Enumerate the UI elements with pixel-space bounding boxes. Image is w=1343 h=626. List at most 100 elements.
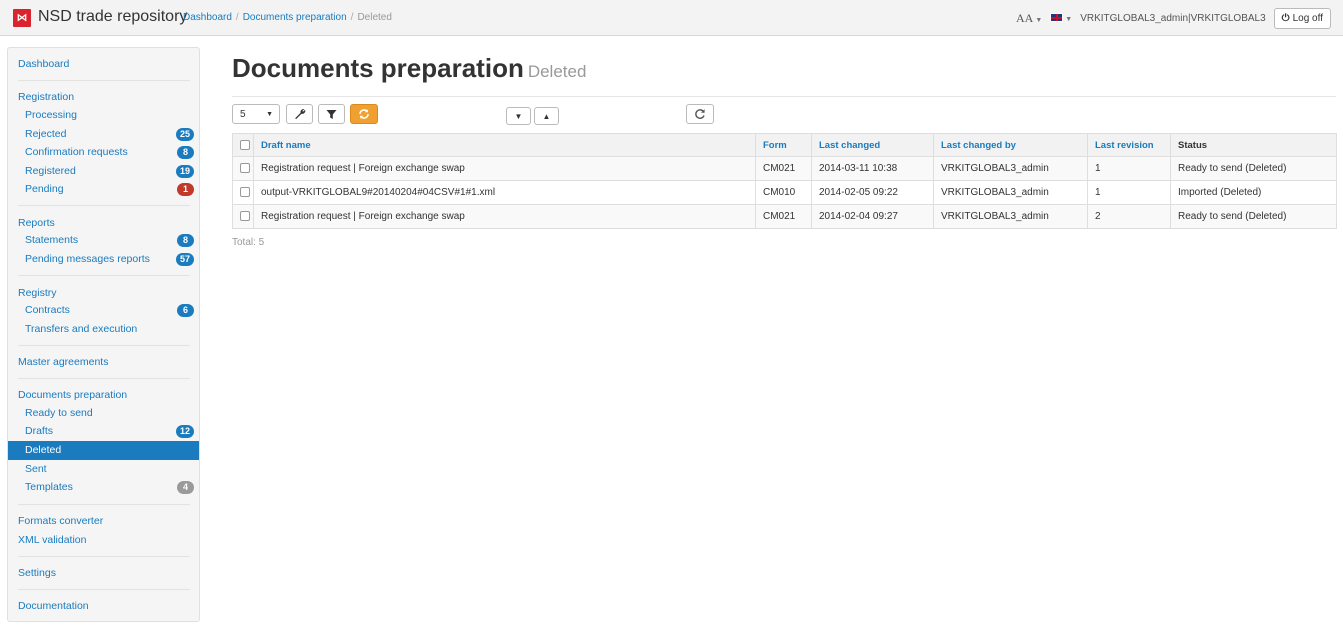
- column-header-form[interactable]: Form: [755, 133, 812, 157]
- sidebar-item-label: Rejected: [25, 128, 67, 140]
- column-header-status: Status: [1170, 133, 1337, 157]
- row-checkbox[interactable]: [240, 211, 250, 222]
- sync-icon: [359, 109, 369, 119]
- column-header-last-changed[interactable]: Last changed: [811, 133, 934, 157]
- select-all-cell: [232, 133, 254, 157]
- page-size-value: 5: [240, 108, 246, 120]
- sidebar: Dashboard Registration Processing Reject…: [7, 47, 200, 622]
- wrench-icon: [294, 109, 305, 120]
- chevron-down-icon: ▼: [266, 110, 273, 118]
- last-changed-by-cell: VRKITGLOBAL3_admin: [933, 204, 1088, 229]
- sidebar-divider: [18, 275, 190, 276]
- sidebar-item-transfers-and-execution[interactable]: Transfers and execution: [8, 320, 199, 339]
- chevron-down-icon: ▼: [1065, 15, 1073, 23]
- draft-name-cell[interactable]: output-VRKITGLOBAL9#20140204#04CSV#1#1.x…: [253, 180, 756, 205]
- organization-name: VRKITGLOBAL3: [1190, 12, 1266, 24]
- sidebar-item-statements[interactable]: Statements 8: [8, 231, 199, 250]
- sidebar-item-templates[interactable]: Templates 4: [8, 478, 199, 497]
- draft-name-cell[interactable]: Registration request | Foreign exchange …: [253, 204, 756, 229]
- sidebar-item-label: Templates: [25, 481, 73, 493]
- title-divider: [232, 96, 1336, 97]
- breadcrumb-documents-preparation[interactable]: Documents preparation: [243, 12, 347, 23]
- sort-descending-button[interactable]: ▼: [506, 107, 531, 125]
- last-revision-cell: 1: [1087, 180, 1171, 205]
- sidebar-item-xml-validation[interactable]: XML validation: [18, 534, 86, 546]
- column-header-draft-name[interactable]: Draft name: [253, 133, 756, 157]
- total-count: Total: 5: [232, 237, 265, 248]
- count-badge: 8: [177, 234, 194, 247]
- language-menu[interactable]: ▼: [1050, 13, 1072, 24]
- form-cell: CM021: [755, 156, 812, 181]
- sync-button[interactable]: [350, 104, 378, 124]
- table-row[interactable]: Registration request | Foreign exchange …: [232, 156, 1337, 181]
- form-cell: CM021: [755, 204, 812, 229]
- sidebar-heading-registry[interactable]: Registry: [18, 287, 57, 299]
- column-header-last-changed-by[interactable]: Last changed by: [933, 133, 1088, 157]
- sidebar-item-ready-to-send[interactable]: Ready to send: [8, 404, 199, 423]
- last-changed-cell: 2014-02-05 09:22: [811, 180, 934, 205]
- count-badge: 25: [175, 128, 194, 141]
- select-all-checkbox[interactable]: [240, 139, 250, 150]
- breadcrumb-dashboard[interactable]: Dashboard: [183, 12, 232, 23]
- page-size-select[interactable]: 5 ▼: [232, 104, 280, 124]
- log-off-button[interactable]: ⏻ Log off: [1273, 7, 1331, 29]
- sidebar-item-documentation[interactable]: Documentation: [18, 600, 89, 612]
- sidebar-item-deleted[interactable]: Deleted: [8, 441, 199, 460]
- sidebar-item-formats-converter[interactable]: Formats converter: [18, 515, 103, 527]
- sidebar-divider: [18, 205, 190, 206]
- table-row[interactable]: Registration request | Foreign exchange …: [232, 204, 1337, 229]
- reload-button[interactable]: [686, 104, 714, 124]
- filter-button[interactable]: [318, 104, 345, 124]
- sidebar-item-pending[interactable]: Pending 1: [8, 180, 199, 199]
- sidebar-heading-reports[interactable]: Reports: [18, 217, 55, 229]
- sidebar-item-rejected[interactable]: Rejected 25: [8, 125, 199, 144]
- user-info: VRKITGLOBAL3_admin|VRKITGLOBAL3: [1080, 12, 1266, 24]
- draft-name-cell[interactable]: Registration request | Foreign exchange …: [253, 156, 756, 181]
- sidebar-item-processing[interactable]: Processing: [8, 106, 199, 125]
- last-changed-by-cell: VRKITGLOBAL3_admin: [933, 156, 1088, 181]
- table-row[interactable]: output-VRKITGLOBAL9#20140204#04CSV#1#1.x…: [232, 180, 1337, 205]
- caret-down-icon: ▼: [514, 111, 523, 121]
- last-revision-cell: 1: [1087, 156, 1171, 181]
- settings-button[interactable]: [286, 104, 313, 124]
- sidebar-item-label: Drafts: [25, 425, 54, 437]
- uk-flag-icon: [1050, 13, 1064, 23]
- top-right-controls: AA ▼ ▼ VRKITGLOBAL3_admin|VRKITGLOBAL3 ⏻ L…: [1016, 7, 1331, 29]
- sidebar-item-contracts[interactable]: Contracts 6: [8, 301, 199, 320]
- sidebar-item-registered[interactable]: Registered 19: [8, 162, 199, 181]
- app-title[interactable]: NSD trade repository: [38, 8, 187, 26]
- status-cell: Ready to send (Deleted): [1170, 204, 1337, 229]
- row-checkbox[interactable]: [240, 163, 250, 174]
- row-select-cell: [232, 180, 254, 205]
- column-header-last-revision[interactable]: Last revision: [1087, 133, 1171, 157]
- sidebar-item-label: Transfers and execution: [25, 323, 138, 335]
- sidebar-item-drafts[interactable]: Drafts 12: [8, 422, 199, 441]
- sidebar-item-master-agreements[interactable]: Master agreements: [18, 356, 108, 368]
- sidebar-divider: [18, 80, 190, 81]
- status-cell: Imported (Deleted): [1170, 180, 1337, 205]
- form-cell: CM010: [755, 180, 812, 205]
- font-size-menu[interactable]: AA ▼: [1016, 11, 1042, 26]
- sidebar-heading-registration[interactable]: Registration: [18, 91, 74, 103]
- sidebar-divider: [18, 378, 190, 379]
- sidebar-divider: [18, 556, 190, 557]
- sidebar-item-label: Processing: [25, 109, 77, 121]
- page-title-text: Documents preparation: [232, 53, 524, 83]
- breadcrumb-separator: /: [235, 12, 239, 23]
- sidebar-item-sent[interactable]: Sent: [8, 460, 199, 479]
- sidebar-item-label: Registered: [25, 165, 76, 177]
- sidebar-item-label: Pending messages reports: [25, 253, 150, 265]
- row-checkbox[interactable]: [240, 187, 250, 198]
- count-badge: 8: [177, 146, 194, 159]
- sort-ascending-button[interactable]: ▲: [534, 107, 559, 125]
- sidebar-heading-documents-preparation[interactable]: Documents preparation: [18, 389, 127, 401]
- sidebar-item-pending-messages-reports[interactable]: Pending messages reports 57: [8, 250, 199, 269]
- row-select-cell: [232, 156, 254, 181]
- sidebar-divider: [18, 504, 190, 505]
- count-badge: 1: [177, 183, 194, 196]
- nsd-logo-icon[interactable]: ⋈: [13, 9, 31, 27]
- sidebar-item-settings[interactable]: Settings: [18, 567, 56, 579]
- sidebar-item-label: Contracts: [25, 304, 70, 316]
- sidebar-item-dashboard[interactable]: Dashboard: [18, 58, 69, 70]
- sidebar-item-confirmation-requests[interactable]: Confirmation requests 8: [8, 143, 199, 162]
